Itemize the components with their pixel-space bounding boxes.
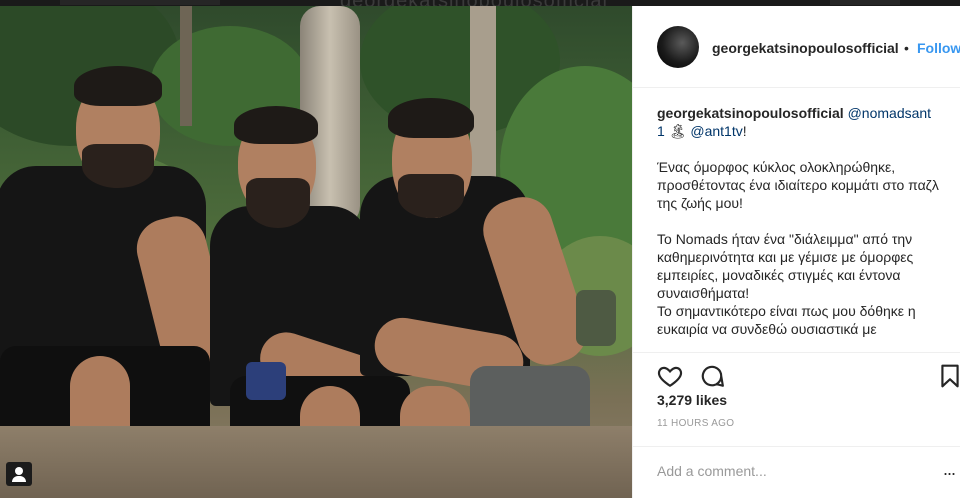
likes-count[interactable]: 3,279 likes [657, 392, 727, 408]
mention-nomads[interactable]: @nomadsant [848, 105, 931, 121]
username-link[interactable]: georgekatsinopoulosofficial [712, 40, 899, 56]
separator-dot: • [904, 40, 909, 56]
follow-button[interactable]: Follow [917, 40, 960, 56]
person-3-beard [398, 174, 464, 218]
caption-paragraph: Το Nomads ήταν ένα "διάλειμμα" από την κ… [657, 231, 914, 301]
person-1-hair [74, 66, 162, 106]
post-header: georgekatsinopoulosofficial • Follow [633, 6, 960, 88]
user-tag-icon[interactable] [6, 462, 32, 486]
heart-icon[interactable] [657, 363, 683, 389]
person-3-hair [388, 98, 474, 138]
wooden-post [180, 6, 192, 126]
caption-paragraph: Ένας όμορφος κύκλος ολοκληρώθηκε, προσθέ… [657, 159, 939, 211]
person-2-hair [234, 106, 318, 144]
post-photo[interactable] [0, 6, 632, 498]
comment-bubble-icon[interactable] [699, 363, 725, 389]
top-strip-block [830, 0, 900, 5]
island-emoji: 🏝 [668, 123, 687, 139]
comment-bar: Add a comment... ... [633, 446, 960, 498]
avatar[interactable] [657, 26, 699, 68]
caption-username[interactable]: georgekatsinopoulosofficial [657, 105, 844, 121]
mention-ant1tv[interactable]: @ant1tv [690, 123, 742, 139]
person-1-beard [82, 144, 154, 188]
comment-input[interactable]: Add a comment... [657, 463, 767, 479]
more-options-icon[interactable]: ... [943, 459, 956, 480]
caption: georgekatsinopoulosofficial @nomadsant 1… [657, 104, 953, 352]
wrap-bracelet [576, 290, 616, 346]
caption-paragraph: Το σημαντικότερο είναι πως μου δόθηκε η … [657, 303, 916, 337]
person-2-beard [246, 178, 310, 228]
bookmark-icon[interactable] [937, 363, 960, 389]
top-strip-block [60, 0, 220, 5]
mention-nomads-cont[interactable]: 1 [657, 123, 665, 139]
caption-exclamation: ! [742, 123, 747, 139]
wristband [246, 362, 286, 400]
post-timestamp[interactable]: 11 HOURS AGO [657, 418, 734, 429]
log-bench [0, 426, 632, 498]
post-panel: georgekatsinopoulosofficial • Follow geo… [632, 6, 960, 498]
